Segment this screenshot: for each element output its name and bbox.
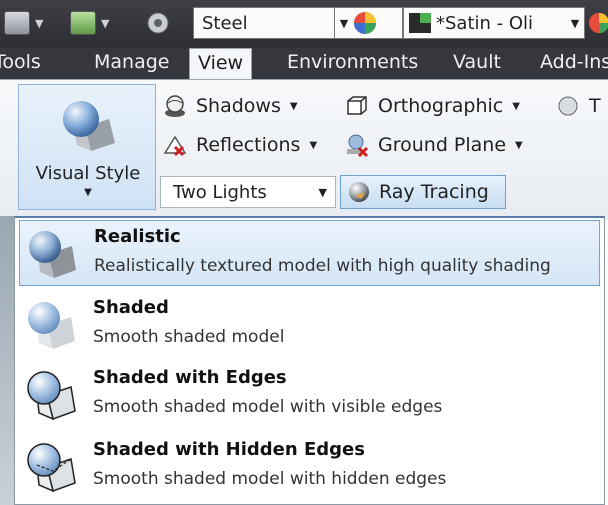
tab-vault[interactable]: Vault <box>453 48 501 79</box>
orthographic-button[interactable]: Orthographic ▼ <box>344 92 520 120</box>
material-dropdown[interactable]: Steel <box>193 7 335 39</box>
menu-item-description: Smooth shaded model with visible edges <box>93 397 443 417</box>
shadows-label: Shadows <box>196 95 281 117</box>
menu-item-description: Realistically textured model with high q… <box>94 256 551 276</box>
qat-return-button[interactable]: ▼ <box>4 8 43 38</box>
orthographic-cube-icon <box>344 94 370 118</box>
menu-item-title: Shaded <box>93 297 169 318</box>
tab-tools[interactable]: Tools <box>0 48 41 79</box>
gear-icon <box>147 12 169 34</box>
reflections-icon <box>162 133 188 157</box>
tab-view[interactable]: View <box>189 48 253 79</box>
menu-item-shaded-with-hidden-edges[interactable]: Shaded with Hidden Edges Smooth shaded m… <box>19 434 600 500</box>
visual-style-menu: Realistic Realistically textured model w… <box>14 216 605 505</box>
chevron-down-icon: ▼ <box>318 185 327 199</box>
reflections-button[interactable]: Reflections ▼ <box>162 131 317 159</box>
ray-tracing-label: Ray Tracing <box>379 181 489 203</box>
appearance-dropdown[interactable]: *Satin - Oli ▼ <box>403 7 585 39</box>
shadows-button[interactable]: Shadows ▼ <box>162 92 298 120</box>
orthographic-label: Orthographic <box>378 95 504 117</box>
update-icon <box>70 11 96 35</box>
color-wheel-icon[interactable] <box>588 12 608 34</box>
material-dropdown-arrow[interactable]: ▼ <box>335 7 403 39</box>
chevron-down-icon: ▼ <box>101 16 110 30</box>
realistic-style-icon <box>29 231 76 278</box>
menu-item-realistic[interactable]: Realistic Realistically textured model w… <box>19 220 600 286</box>
chevron-down-icon: ▼ <box>515 139 523 151</box>
shaded-hidden-edges-style-icon <box>27 443 76 493</box>
ground-plane-label: Ground Plane <box>378 134 507 156</box>
reflections-label: Reflections <box>196 134 301 156</box>
shaded-style-icon <box>28 302 75 349</box>
chevron-down-icon: ▼ <box>84 187 92 198</box>
material-value: Steel <box>202 12 248 34</box>
menu-item-description: Smooth shaded model <box>93 327 285 347</box>
ground-plane-button[interactable]: Ground Plane ▼ <box>344 131 523 159</box>
chevron-down-icon: ▼ <box>35 16 44 30</box>
chevron-down-icon: ▼ <box>289 100 298 112</box>
ribbon-overflow-button[interactable]: T <box>555 92 601 120</box>
visual-style-icon <box>63 101 115 151</box>
tab-manage[interactable]: Manage <box>94 48 169 79</box>
truncated-label: T <box>589 95 601 117</box>
color-wheel-icon <box>354 12 376 34</box>
return-icon <box>4 11 30 35</box>
menu-item-title: Realistic <box>94 226 181 247</box>
sphere-icon <box>555 94 581 118</box>
qat-settings-button[interactable] <box>146 8 170 38</box>
appearance-swatch-icon <box>409 13 431 33</box>
lighting-style-dropdown[interactable]: Two Lights ▼ <box>160 176 336 208</box>
menu-item-shaded[interactable]: Shaded Smooth shaded model <box>19 292 600 358</box>
menu-item-title: Shaded with Hidden Edges <box>93 439 365 460</box>
tab-add-ins[interactable]: Add-Ins <box>540 48 608 79</box>
chevron-down-icon: ▼ <box>339 16 349 30</box>
tab-environments[interactable]: Environments <box>287 48 418 79</box>
ray-tracing-icon <box>349 182 369 202</box>
ribbon-tabs: Tools Manage View Environments Vault Add… <box>0 48 608 79</box>
quick-access-toolbar: ▼ ▼ Steel ▼ *Satin - Oli ▼ <box>0 0 608 48</box>
visual-style-button[interactable]: Visual Style ▼ <box>18 84 156 210</box>
chevron-down-icon: ▼ <box>512 100 520 112</box>
appearance-value: *Satin - Oli <box>436 12 534 34</box>
ground-plane-icon <box>344 133 370 157</box>
menu-item-shaded-with-edges[interactable]: Shaded with Edges Smooth shaded model wi… <box>19 362 600 428</box>
chevron-down-icon: ▼ <box>570 16 580 30</box>
qat-update-button[interactable]: ▼ <box>70 8 109 38</box>
shadows-icon <box>162 94 188 118</box>
menu-item-description: Smooth shaded model with hidden edges <box>93 469 447 489</box>
ray-tracing-button[interactable]: Ray Tracing <box>340 175 506 209</box>
chevron-down-icon: ▼ <box>309 139 318 151</box>
menu-item-title: Shaded with Edges <box>93 367 287 388</box>
background-viewport <box>0 216 14 505</box>
shaded-edges-style-icon <box>27 371 76 421</box>
lighting-style-value: Two Lights <box>173 181 267 203</box>
visual-style-label: Visual Style <box>35 163 141 184</box>
